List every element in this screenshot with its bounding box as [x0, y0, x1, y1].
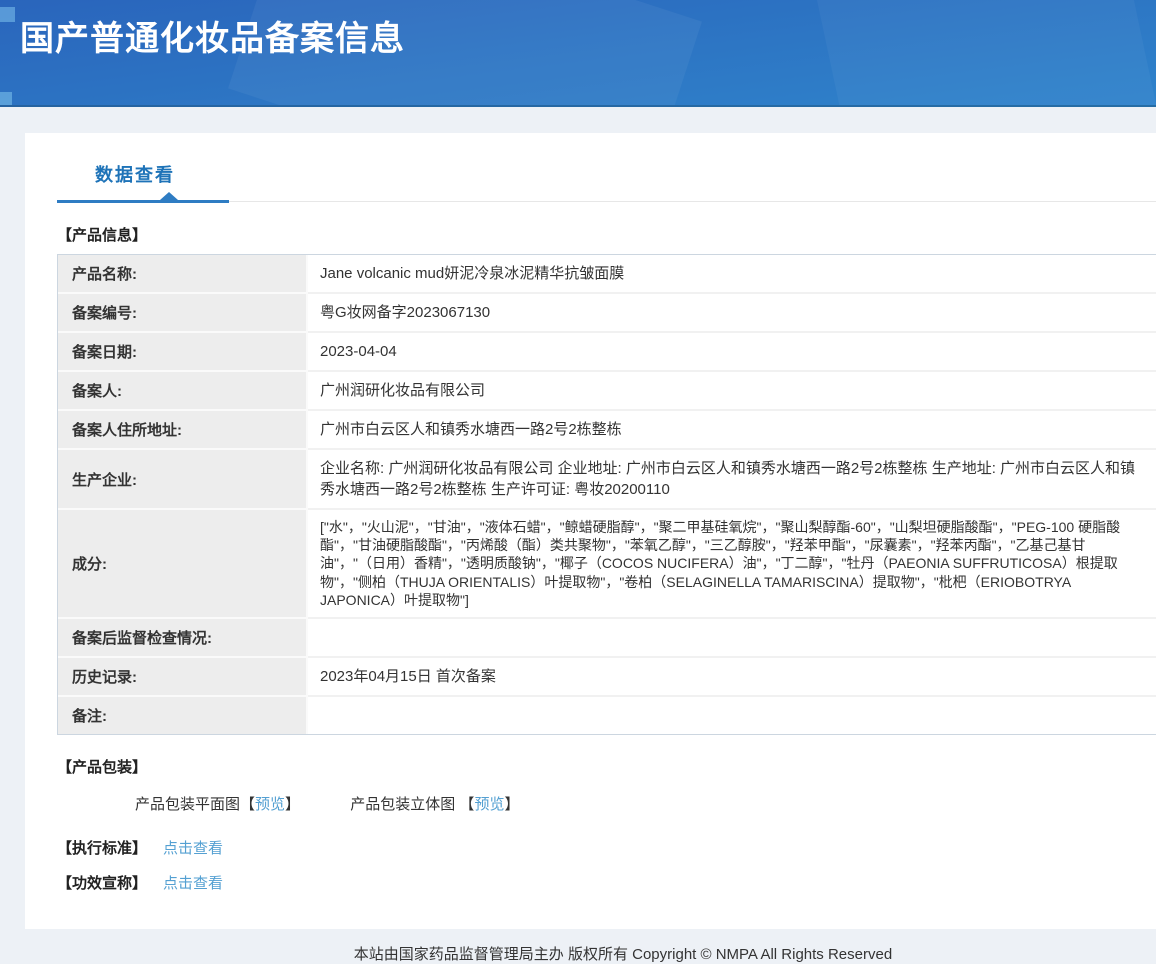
row-label: 备案日期: [58, 333, 308, 372]
tab-underline [57, 200, 1156, 203]
row-label: 备案编号: [58, 294, 308, 333]
efficacy-view-link[interactable]: 点击查看 [163, 875, 223, 892]
packaging-stereo-preview-link[interactable]: 预览 [474, 796, 504, 813]
table-row: 备案编号: 粤G妆网备字2023067130 [58, 294, 1156, 333]
row-label: 生产企业: [58, 450, 308, 510]
row-value: 广州市白云区人和镇秀水塘西一路2号2栋整栋 [308, 411, 1156, 450]
row-label: 备注: [58, 697, 308, 734]
table-row: 备案后监督检查情况: [58, 619, 1156, 658]
row-label: 备案人: [58, 372, 308, 411]
packaging-stereo-item: 产品包装立体图 【预览】 [350, 796, 519, 813]
standards-label: 【执行标准】 [57, 840, 147, 857]
packaging-flat-preview-link[interactable]: 预览 [255, 796, 285, 813]
row-value [308, 697, 1156, 734]
copyright-text: 本站由国家药品监督管理局主办 版权所有 Copyright © NMPA All… [354, 946, 892, 963]
section-title-product-info: 【产品信息】 [57, 224, 1156, 245]
row-value: 2023年04月15日 首次备案 [308, 658, 1156, 697]
section-title-packaging: 【产品包装】 [57, 756, 1156, 777]
page-header: 国产普通化妆品备案信息 [0, 0, 1156, 107]
tab-active-indicator [57, 200, 229, 203]
table-row: 产品名称: Jane volcanic mud妍泥冷泉冰泥精华抗皱面膜 [58, 255, 1156, 294]
row-value: 企业名称: 广州润研化妆品有限公司 企业地址: 广州市白云区人和镇秀水塘西一路2… [308, 450, 1156, 510]
table-row: 备案人住所地址: 广州市白云区人和镇秀水塘西一路2号2栋整栋 [58, 411, 1156, 450]
row-value: 广州润研化妆品有限公司 [308, 372, 1156, 411]
packaging-row: 产品包装平面图【预览】 产品包装立体图 【预览】 [135, 793, 1156, 814]
packaging-stereo-label: 产品包装立体图 [350, 796, 455, 813]
tab-bar: 数据查看 [57, 161, 1156, 203]
row-label: 备案人住所地址: [58, 411, 308, 450]
table-row: 成分: ["水"，"火山泥"，"甘油"，"液体石蜡"，"鲸蜡硬脂醇"，"聚二甲基… [58, 510, 1156, 619]
row-label: 产品名称: [58, 255, 308, 294]
header-deco-square [0, 92, 12, 107]
row-value: ["水"，"火山泥"，"甘油"，"液体石蜡"，"鲸蜡硬脂醇"，"聚二甲基硅氧烷"… [308, 510, 1156, 619]
table-row: 备注: [58, 697, 1156, 734]
standards-row: 【执行标准】点击查看 [57, 837, 1156, 858]
standards-view-link[interactable]: 点击查看 [163, 840, 223, 857]
product-info-table: 产品名称: Jane volcanic mud妍泥冷泉冰泥精华抗皱面膜 备案编号… [57, 254, 1156, 735]
row-label: 历史记录: [58, 658, 308, 697]
table-row: 备案人: 广州润研化妆品有限公司 [58, 372, 1156, 411]
table-row: 备案日期: 2023-04-04 [58, 333, 1156, 372]
table-row: 历史记录: 2023年04月15日 首次备案 [58, 658, 1156, 697]
row-value: Jane volcanic mud妍泥冷泉冰泥精华抗皱面膜 [308, 255, 1156, 294]
bracket-open: 【 [459, 796, 474, 813]
row-value: 2023-04-04 [308, 333, 1156, 372]
row-value: 粤G妆网备字2023067130 [308, 294, 1156, 333]
content-card: 数据查看 【产品信息】 产品名称: Jane volcanic mud妍泥冷泉冰… [25, 133, 1156, 929]
page-footer: 本站由国家药品监督管理局主办 版权所有 Copyright © NMPA All… [0, 929, 1156, 964]
table-row: 生产企业: 企业名称: 广州润研化妆品有限公司 企业地址: 广州市白云区人和镇秀… [58, 450, 1156, 510]
bracket-close: 】 [504, 796, 519, 813]
row-label: 成分: [58, 510, 308, 619]
bracket-open: 【 [240, 796, 255, 813]
bracket-close: 】 [285, 796, 300, 813]
header-sheen-shape [809, 0, 1156, 107]
packaging-flat-label: 产品包装平面图 [135, 796, 240, 813]
page-title: 国产普通化妆品备案信息 [20, 11, 405, 60]
row-value [308, 619, 1156, 658]
packaging-flat-item: 产品包装平面图【预览】 [135, 796, 304, 813]
efficacy-label: 【功效宣称】 [57, 875, 147, 892]
efficacy-row: 【功效宣称】点击查看 [57, 872, 1156, 893]
row-label: 备案后监督检查情况: [58, 619, 308, 658]
tab-triangle-icon [160, 192, 178, 200]
header-deco-square [0, 7, 15, 22]
